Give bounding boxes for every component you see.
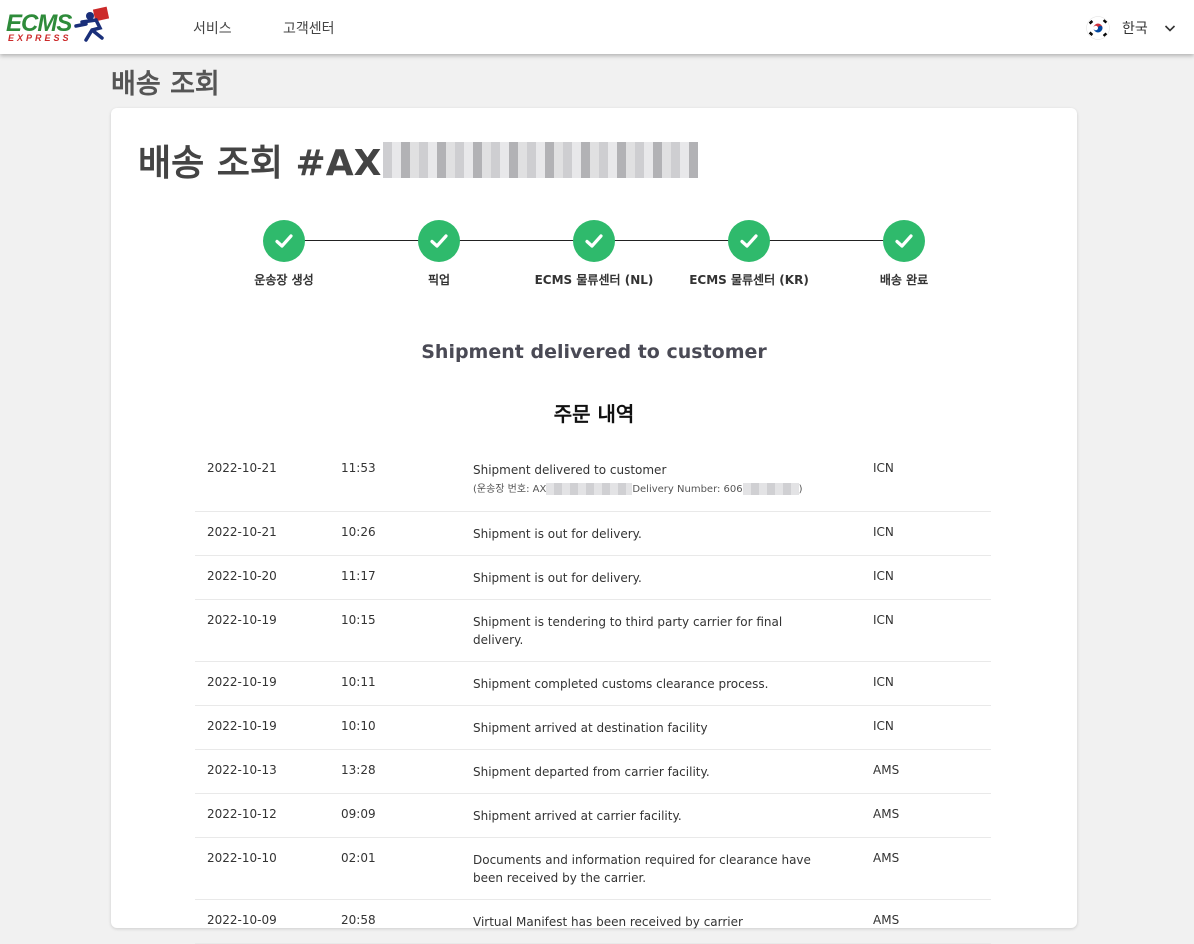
- event-location: AMS: [873, 807, 900, 821]
- redacted-delivery-number: [742, 483, 799, 495]
- table-row: 2022-10-12 09:09 Shipment arrived at car…: [195, 794, 991, 838]
- step-label: ECMS 물류센터 (NL): [534, 273, 654, 287]
- event-detail: (운송장 번호: AX Delivery Number: 606): [473, 481, 833, 499]
- event-date: 2022-10-19: [207, 613, 277, 627]
- logo-subtext: EXPRESS: [8, 33, 72, 43]
- event-date: 2022-10-21: [207, 461, 277, 475]
- event-location: AMS: [873, 913, 900, 927]
- event-time: 10:15: [341, 613, 376, 627]
- redacted-waybill: [546, 483, 633, 495]
- check-icon: [263, 220, 305, 262]
- event-time: 09:09: [341, 807, 376, 821]
- event-description: Shipment is out for delivery.: [473, 571, 642, 585]
- event-location: AMS: [873, 763, 900, 777]
- event-time: 10:10: [341, 719, 376, 733]
- event-date: 2022-10-20: [207, 569, 277, 583]
- event-location: ICN: [873, 613, 894, 627]
- event-description: Shipment delivered to customer: [473, 463, 667, 477]
- table-row: 2022-10-19 10:10 Shipment arrived at des…: [195, 706, 991, 750]
- event-description: Shipment departed from carrier facility.: [473, 765, 710, 779]
- table-row: 2022-10-10 02:01 Documents and informati…: [195, 838, 991, 900]
- event-time: 20:58: [341, 913, 376, 927]
- step-waybill-created: 운송장 생성: [204, 220, 364, 288]
- event-time: 10:11: [341, 675, 376, 689]
- event-description: Virtual Manifest has been received by ca…: [473, 915, 743, 929]
- event-time: 02:01: [341, 851, 376, 865]
- event-description: Shipment completed customs clearance pro…: [473, 677, 769, 691]
- event-date: 2022-10-19: [207, 675, 277, 689]
- check-icon: [883, 220, 925, 262]
- ecms-logo[interactable]: ECMS EXPRESS: [6, 6, 118, 46]
- step-center-nl: ECMS 물류센터 (NL): [514, 220, 674, 288]
- chevron-down-icon: [1164, 25, 1175, 32]
- tracking-card: 배송 조회 #AX 운송장 생성 픽업 ECMS 물류센터 (NL) ECMS …: [111, 108, 1077, 944]
- event-time: 11:53: [341, 461, 376, 475]
- waybill-prefix: (운송장 번호: AX: [473, 484, 547, 495]
- step-label: 배송 완료: [879, 273, 929, 287]
- event-time: 10:26: [341, 525, 376, 539]
- step-label: ECMS 물류센터 (KR): [689, 273, 809, 287]
- shipment-status: Shipment delivered to customer: [421, 341, 767, 363]
- event-date: 2022-10-13: [207, 763, 277, 777]
- event-location: ICN: [873, 569, 894, 583]
- order-history-title: 주문 내역: [553, 402, 635, 426]
- table-row: 2022-10-21 10:26 Shipment is out for del…: [195, 512, 991, 556]
- event-date: 2022-10-19: [207, 719, 277, 733]
- page-title: 배송 조회: [111, 69, 220, 100]
- check-icon: [418, 220, 460, 262]
- step-label: 운송장 생성: [254, 273, 314, 287]
- step-label: 픽업: [427, 273, 451, 287]
- event-location: ICN: [873, 675, 894, 689]
- detail-close: ): [798, 484, 803, 495]
- runner-icon: [74, 6, 110, 42]
- table-row: 2022-10-21 11:53 Shipment delivered to c…: [195, 448, 991, 512]
- event-description: Shipment arrived at carrier facility.: [473, 809, 682, 823]
- step-center-kr: ECMS 물류센터 (KR): [669, 220, 829, 288]
- nav-services[interactable]: 서비스: [193, 18, 232, 38]
- event-description: Documents and information required for c…: [473, 853, 811, 885]
- event-description: Shipment arrived at destination facility: [473, 721, 708, 735]
- language-label: 한국: [1122, 21, 1148, 37]
- check-icon: [573, 220, 615, 262]
- nav-customer-center[interactable]: 고객센터: [283, 18, 335, 38]
- event-location: AMS: [873, 851, 900, 865]
- event-description: Shipment is out for delivery.: [473, 527, 642, 541]
- delivery-number-label: Delivery Number: 606: [632, 484, 743, 495]
- event-location: ICN: [873, 719, 894, 733]
- table-row: 2022-10-13 13:28 Shipment departed from …: [195, 750, 991, 794]
- check-icon: [728, 220, 770, 262]
- event-location: ICN: [873, 525, 894, 539]
- event-time: 11:17: [341, 569, 376, 583]
- step-pickup: 픽업: [359, 220, 519, 288]
- tracking-events-table: 2022-10-21 11:53 Shipment delivered to c…: [195, 448, 991, 944]
- table-row: 2022-10-20 11:17 Shipment is out for del…: [195, 556, 991, 600]
- event-time: 13:28: [341, 763, 376, 777]
- event-date: 2022-10-09: [207, 913, 277, 927]
- top-navbar: ECMS EXPRESS 서비스 고객센터 한국: [0, 0, 1194, 54]
- step-delivered: 배송 완료: [824, 220, 984, 288]
- event-date: 2022-10-10: [207, 851, 277, 865]
- event-date: 2022-10-21: [207, 525, 277, 539]
- event-date: 2022-10-12: [207, 807, 277, 821]
- progress-stepper: 운송장 생성 픽업 ECMS 물류센터 (NL) ECMS 물류센터 (KR) …: [111, 108, 1077, 308]
- korea-flag-icon: [1086, 16, 1110, 40]
- language-selector[interactable]: 한국: [1086, 16, 1176, 40]
- event-description: Shipment is tendering to third party car…: [473, 615, 783, 647]
- event-location: ICN: [873, 461, 894, 475]
- table-row: 2022-10-19 10:15 Shipment is tendering t…: [195, 600, 991, 662]
- table-row: 2022-10-19 10:11 Shipment completed cust…: [195, 662, 991, 706]
